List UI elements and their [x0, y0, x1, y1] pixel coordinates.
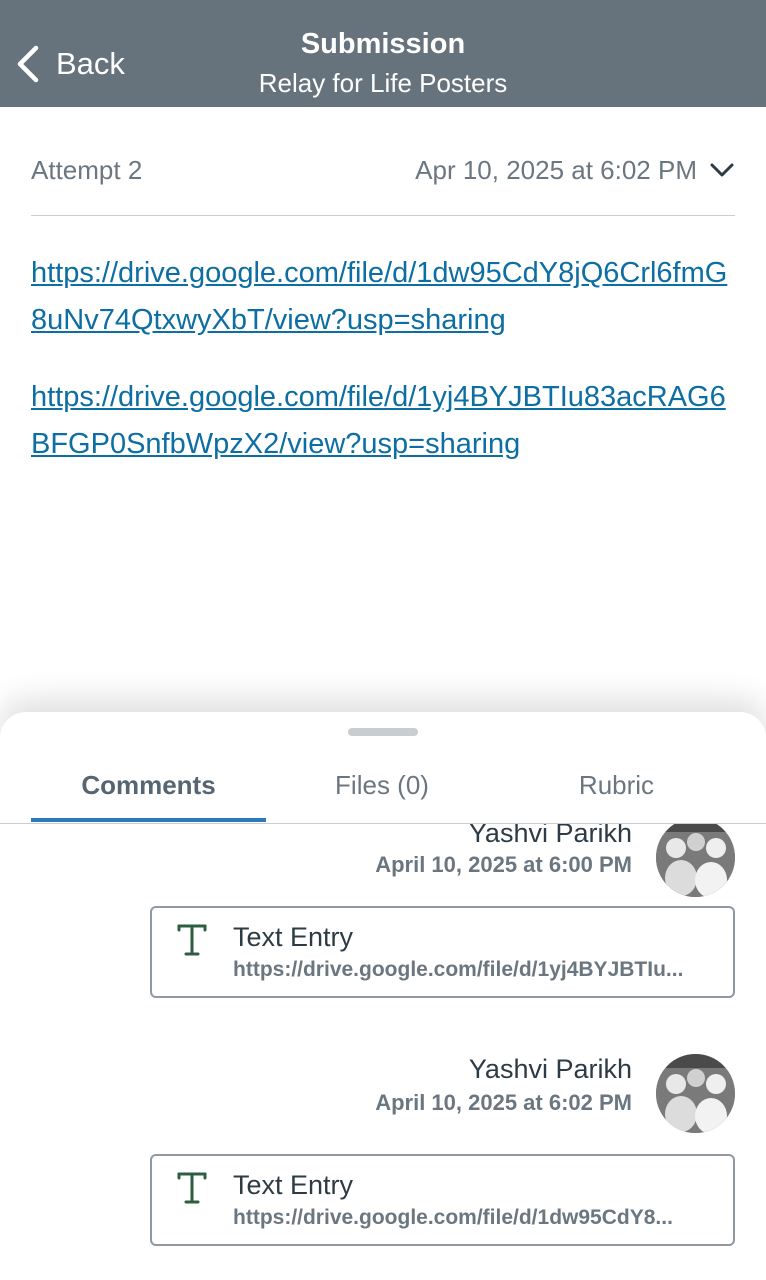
text-entry-icon [177, 1172, 207, 1204]
tab-rubric[interactable]: Rubric [498, 766, 735, 824]
comment-time: April 10, 2025 at 6:00 PM [375, 852, 632, 877]
active-tab-indicator [31, 818, 266, 822]
submission-link-1[interactable]: https://drive.google.com/file/d/1dw95CdY… [31, 250, 735, 344]
text-entry-icon [177, 924, 207, 956]
divider [31, 215, 735, 216]
attempt-picker[interactable]: Apr 10, 2025 at 6:02 PM [415, 155, 735, 186]
drawer-tabs: Comments Files (0) Rubric [0, 766, 766, 824]
tab-files[interactable]: Files (0) [266, 766, 498, 824]
comments-list[interactable]: Yashvi Parikh April 10, 2025 at 6:00 PM [0, 824, 766, 1280]
entry-title: Text Entry [233, 922, 354, 952]
comment-time: April 10, 2025 at 6:02 PM [375, 1090, 632, 1115]
page-title: Submission [300, 28, 466, 60]
comment-item: Yashvi Parikh April 10, 2025 at 6:02 PM [0, 1054, 766, 1254]
comment-author: Yashvi Parikh [468, 824, 632, 848]
comments-drawer: Comments Files (0) Rubric Yashvi Parikh … [0, 712, 766, 1280]
entry-title: Text Entry [233, 1170, 354, 1200]
comment-author: Yashvi Parikh [468, 1054, 632, 1084]
entry-url: https://drive.google.com/file/d/1dw95CdY… [233, 1206, 673, 1229]
nav-header: Back Submission Relay for Life Posters [0, 0, 766, 107]
page-subtitle: Relay for Life Posters [258, 68, 508, 98]
avatar[interactable] [656, 1054, 735, 1133]
attempt-row: Attempt 2 Apr 10, 2025 at 6:02 PM [31, 150, 735, 190]
chevron-down-icon [710, 163, 734, 177]
avatar[interactable] [656, 824, 735, 897]
entry-url: https://drive.google.com/file/d/1yj4BYJB… [233, 958, 684, 981]
attempt-date: Apr 10, 2025 at 6:02 PM [415, 154, 697, 185]
text-entry-attachment[interactable]: Text Entry https://drive.google.com/file… [150, 1154, 735, 1246]
drawer-handle[interactable] [348, 728, 418, 736]
attempt-label: Attempt 2 [31, 154, 143, 185]
submission-links: https://drive.google.com/file/d/1dw95CdY… [31, 250, 735, 498]
tab-comments[interactable]: Comments [31, 766, 266, 824]
text-entry-attachment[interactable]: Text Entry https://drive.google.com/file… [150, 906, 735, 998]
comment-item: Yashvi Parikh April 10, 2025 at 6:00 PM [0, 824, 766, 998]
submission-link-2[interactable]: https://drive.google.com/file/d/1yj4BYJB… [31, 374, 735, 468]
